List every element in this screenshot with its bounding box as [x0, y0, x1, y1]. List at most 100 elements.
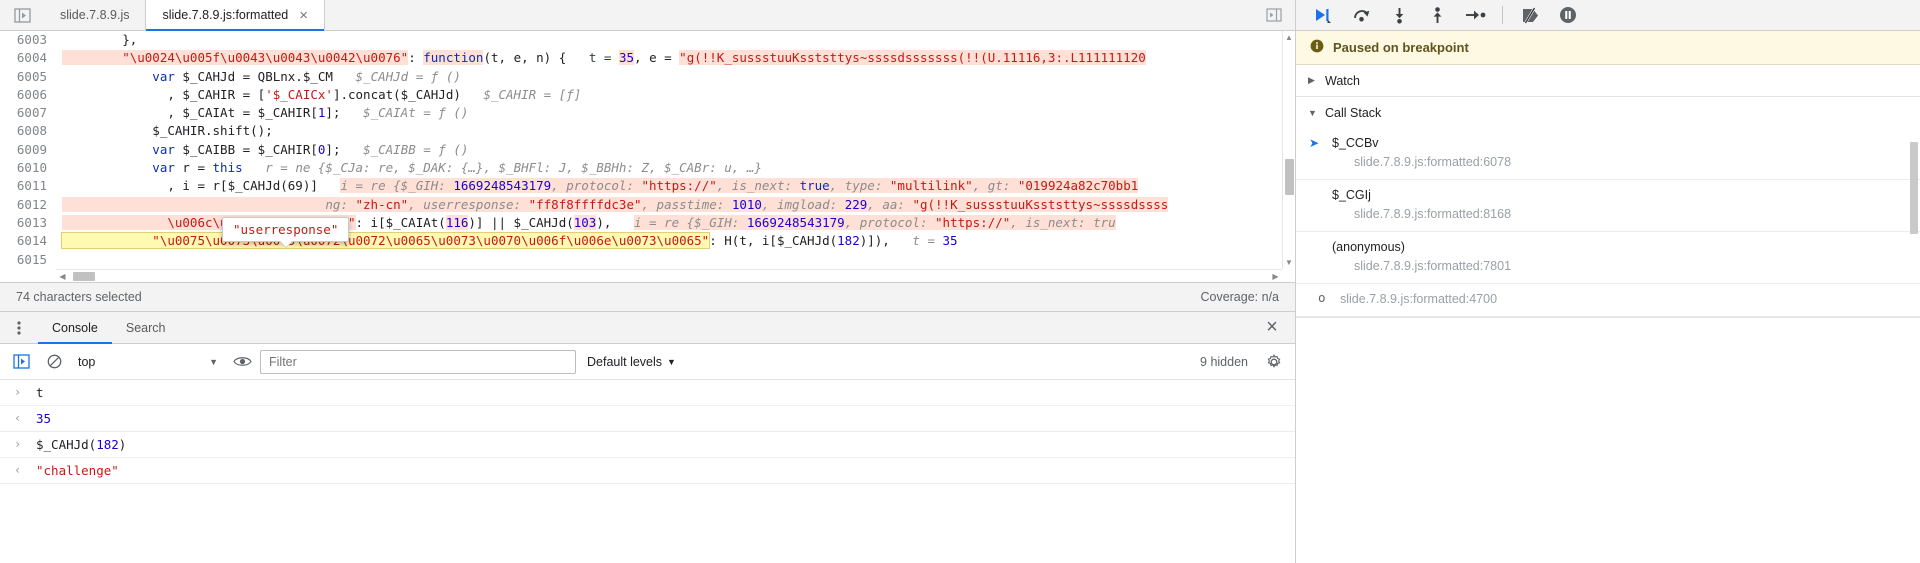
code-token: ), — [596, 214, 634, 230]
line-content[interactable]: , i = r[$_CAHJd(69)] i = re {$_GIH: 1669… — [56, 177, 1295, 195]
step-out-of-current-function-icon[interactable] — [1420, 2, 1454, 28]
code-line[interactable]: 6003 }, — [0, 31, 1295, 50]
code-editor[interactable]: 6003 }, 6004 "\u0024\u005f\u0043\u0043\u0… — [0, 31, 1295, 282]
line-number: 6003 — [0, 31, 56, 50]
scroll-left-icon[interactable]: ◀ — [56, 272, 69, 281]
line-content[interactable]: var $_CAHJd = QBLnx.$_CM $_CAHJd = ƒ () — [56, 68, 1295, 86]
code-token: "zh-cn" — [355, 196, 409, 212]
code-token: , gt: — [972, 178, 1018, 194]
tab-slide-js[interactable]: slide.7.8.9.js — [44, 0, 145, 30]
console-sidebar-icon[interactable] — [6, 349, 36, 375]
frame-location[interactable]: slide.7.8.9.js:formatted:4700 — [1296, 290, 1920, 309]
console-result[interactable]: ‹ "challenge" — [0, 458, 1295, 484]
step-over-next-function-call-icon[interactable] — [1344, 2, 1378, 28]
line-content[interactable]: var r = this r = ne {$_CJa: re, $_DAK: {… — [56, 159, 1295, 177]
scroll-track[interactable] — [69, 271, 1269, 281]
console-token: $_CAHJd( — [36, 437, 97, 452]
call-stack-section-header[interactable]: ▼ Call Stack — [1296, 97, 1920, 128]
code-token: , imgload: — [761, 196, 845, 212]
call-stack-frame[interactable]: (anonymous) slide.7.8.9.js:formatted:7801 — [1296, 232, 1920, 284]
line-content[interactable]: $_CAHIR.shift(); — [56, 122, 1295, 140]
resume-script-execution-icon[interactable] — [1306, 2, 1340, 28]
show-debugger-sidebar-icon[interactable] — [1253, 0, 1295, 30]
code-line[interactable]: 6010 var r = this r = ne {$_CJa: re, $_D… — [0, 159, 1295, 178]
code-line[interactable]: 6012 ng: "zh-cn", userresponse: "ff8f8ff… — [0, 195, 1295, 214]
line-content[interactable]: ng: "zh-cn", userresponse: "ff8f8ffffdc3… — [56, 196, 1295, 214]
drawer-tab-label: Console — [52, 320, 98, 335]
async-frame-badge: o — [1318, 290, 1326, 305]
close-icon[interactable]: × — [299, 8, 308, 23]
frame-location[interactable]: slide.7.8.9.js:formatted:8168 — [1296, 205, 1920, 224]
hidden-messages-count[interactable]: 9 hidden — [1200, 355, 1256, 369]
code-line[interactable]: 6014 "\u0075\u0073\u0065\u0072\u0072\u00… — [0, 232, 1295, 251]
code-token: $_CAIBB = ƒ () — [363, 141, 469, 157]
call-stack-section: ▼ Call Stack ➤ $_CCBv slide.7.8.9.js:forma… — [1296, 97, 1920, 318]
filter-input[interactable] — [260, 349, 576, 374]
line-number: 6007 — [0, 104, 56, 123]
line-content[interactable]: "\u0024\u005f\u0043\u0043\u0042\u0076": … — [56, 49, 1295, 67]
line-number: 6015 — [0, 250, 56, 269]
scroll-down-icon[interactable]: ▼ — [1283, 256, 1295, 269]
scroll-thumb[interactable] — [73, 271, 95, 281]
frame-location[interactable]: slide.7.8.9.js:formatted:6078 — [1296, 153, 1920, 172]
code-line[interactable]: 6009 var $_CAIBB = $_CAHIR[0]; $_CAIBB =… — [0, 140, 1295, 160]
call-stack-frame-list: ➤ $_CCBv slide.7.8.9.js:formatted:6078 $_CG… — [1296, 128, 1920, 317]
code-token: this — [212, 160, 243, 176]
current-frame-arrow-icon: ➤ — [1309, 136, 1320, 150]
code-token: i = re {$_GIH: — [633, 214, 747, 230]
code-line[interactable]: 6005 var $_CAHJd = QBLnx.$_CM $_CAHJd = … — [0, 67, 1295, 86]
code-token: i = re {$_GIH: — [340, 178, 454, 194]
console-input[interactable]: › t — [0, 380, 1295, 406]
code-line[interactable]: 6004 "\u0024\u005f\u0043\u0043\u0042\u00… — [0, 49, 1295, 68]
input-arrow-icon: › — [14, 385, 22, 399]
step-icon[interactable] — [1458, 2, 1492, 28]
console-result[interactable]: ‹ 35 — [0, 406, 1295, 432]
gear-icon[interactable] — [1259, 349, 1289, 375]
more-options-icon[interactable] — [0, 320, 38, 336]
close-drawer-icon[interactable]: × — [1249, 316, 1295, 339]
code-line[interactable]: 6006 , $_CAHIR = ['$_CAICx'].concat($_CA… — [0, 85, 1295, 105]
code-line[interactable]: 6011 , i = r[$_CAHJd(69)] i = re {$_GIH:… — [0, 177, 1295, 196]
console-input[interactable]: › $_CAHJd(182) — [0, 432, 1295, 458]
code-token: t = — [912, 233, 943, 249]
tab-console[interactable]: Console — [38, 312, 112, 344]
code-token: : H(t, i[$_CAHJd( — [709, 233, 838, 249]
frame-location[interactable]: slide.7.8.9.js:formatted:7801 — [1296, 257, 1920, 276]
clear-console-icon[interactable] — [39, 349, 69, 375]
debugger-vertical-scrollbar[interactable] — [1908, 96, 1920, 563]
code-token: , $_CAIAt = $_CAHIR[ — [62, 105, 318, 121]
call-stack-frame[interactable]: $_CGIj slide.7.8.9.js:formatted:8168 — [1296, 180, 1920, 232]
tab-search[interactable]: Search — [112, 312, 180, 344]
call-stack-frame[interactable]: o slide.7.8.9.js:formatted:4700 — [1296, 284, 1920, 317]
show-navigator-icon[interactable] — [0, 0, 44, 30]
code-token: 35 — [618, 50, 635, 66]
watch-section-header[interactable]: ▶ Watch — [1296, 65, 1920, 96]
log-levels-selector[interactable]: Default levels ▼ — [579, 350, 684, 374]
code-token: "https://" — [935, 214, 1011, 230]
line-content[interactable]: , $_CAHIR = ['$_CAICx'].concat($_CAHJd) … — [56, 86, 1295, 104]
scroll-thumb[interactable] — [1285, 159, 1294, 195]
code-token: )]), — [859, 233, 913, 249]
editor-vertical-scrollbar[interactable]: ▲ ▼ — [1282, 31, 1295, 269]
pause-on-exceptions-icon[interactable] — [1551, 2, 1585, 28]
step-into-next-function-call-icon[interactable] — [1382, 2, 1416, 28]
console-message-list[interactable]: › t ‹ 35 › $_CAHJd(182) ‹ "challenge" — [0, 380, 1295, 563]
scroll-up-icon[interactable]: ▲ — [1283, 31, 1295, 44]
scroll-right-icon[interactable]: ▶ — [1269, 272, 1282, 281]
editor-horizontal-scrollbar[interactable]: ◀ ▶ — [56, 269, 1282, 282]
deactivate-breakpoints-icon[interactable] — [1513, 2, 1547, 28]
line-content[interactable]: , $_CAIAt = $_CAHIR[1]; $_CAIAt = ƒ () — [56, 104, 1295, 122]
code-line[interactable]: 6008 $_CAHIR.shift(); — [0, 122, 1295, 141]
execution-context-selector[interactable]: top ▼ — [72, 350, 224, 374]
code-token: "ff8f8ffffdc3e" — [528, 196, 642, 212]
tab-slide-js-formatted[interactable]: slide.7.8.9.js:formatted × — [145, 0, 326, 31]
code-line[interactable]: 6007 , $_CAIAt = $_CAHIR[1]; $_CAIAt = ƒ… — [0, 104, 1295, 123]
code-line[interactable]: 6015 — [0, 250, 1295, 269]
code-line[interactable]: 6013 \u006c\u0061\u006e\u0067": i[$_CAIA… — [0, 213, 1295, 233]
scroll-thumb[interactable] — [1910, 142, 1918, 234]
line-content[interactable]: var $_CAIBB = $_CAHIR[0]; $_CAIBB = ƒ () — [56, 141, 1295, 159]
code-token: true — [799, 178, 830, 194]
live-expression-icon[interactable] — [227, 349, 257, 375]
line-content[interactable]: }, — [56, 31, 1295, 49]
call-stack-frame[interactable]: ➤ $_CCBv slide.7.8.9.js:formatted:6078 — [1296, 128, 1920, 180]
